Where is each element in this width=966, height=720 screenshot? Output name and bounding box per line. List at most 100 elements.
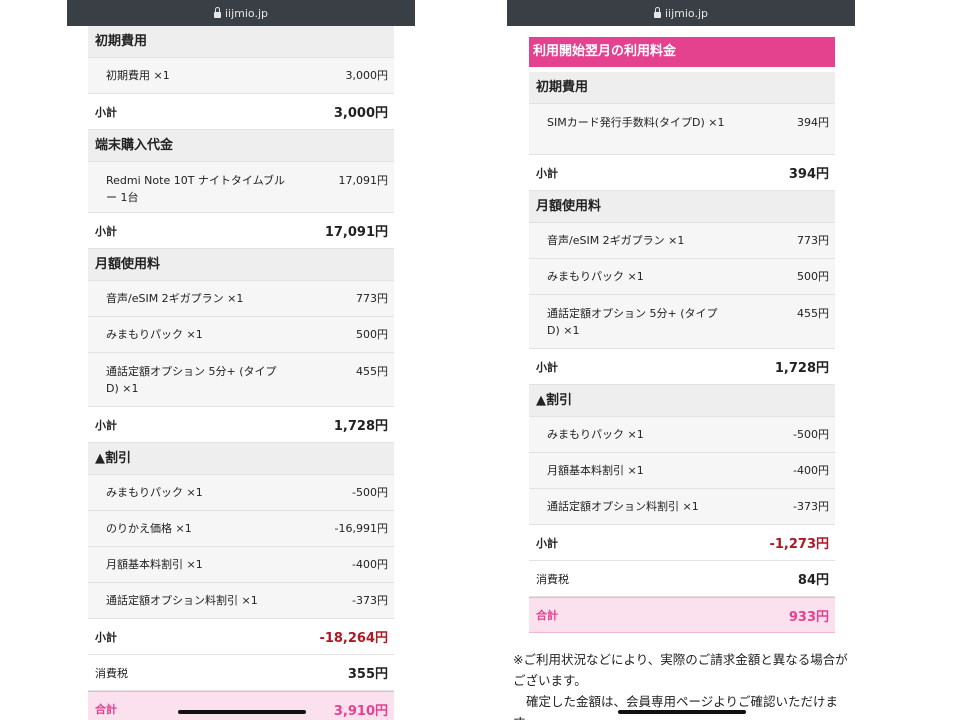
url-bar[interactable]: iijmio.jp bbox=[507, 0, 855, 26]
subtotal-value: 394円 bbox=[788, 167, 829, 182]
total-label: 合計 bbox=[536, 609, 558, 622]
subtotal-row: 小計 394円 bbox=[529, 155, 835, 191]
fee-breakdown: 初期費用 初期費用 ×1 3,000円 小計 3,000円 端末購入代金 Red… bbox=[88, 26, 394, 720]
item-label: 通話定額オプション料割引 ×1 bbox=[106, 594, 258, 607]
item-label: 月額基本料割引 ×1 bbox=[547, 464, 644, 477]
item-label: 通話定額オプション 5分+ (タイプD) ×1 bbox=[547, 307, 718, 337]
item-value: 773円 bbox=[356, 292, 388, 305]
line-item: みまもりパック ×1 500円 bbox=[529, 259, 835, 295]
item-label: 音声/eSIM 2ギガプラン ×1 bbox=[547, 234, 685, 247]
total-row: 合計 3,910円 bbox=[88, 691, 394, 720]
item-value: 500円 bbox=[797, 270, 829, 283]
line-item: のりかえ価格 ×1 -16,991円 bbox=[88, 511, 394, 547]
line-item: 月額基本料割引 ×1 -400円 bbox=[529, 453, 835, 489]
subtotal-label: 小計 bbox=[95, 630, 117, 644]
total-row: 合計 933円 bbox=[529, 597, 835, 633]
total-value: 3,910円 bbox=[333, 703, 388, 719]
total-value: 933円 bbox=[788, 609, 829, 625]
item-label: のりかえ価格 ×1 bbox=[106, 522, 192, 535]
item-value: -373円 bbox=[352, 594, 388, 607]
fee-breakdown: 利用開始翌月の利用料金 初期費用 SIMカード発行手数料(タイプD) ×1 39… bbox=[529, 37, 835, 633]
line-item: 音声/eSIM 2ギガプラン ×1 773円 bbox=[529, 223, 835, 259]
subtotal-row: 小計 1,728円 bbox=[529, 349, 835, 385]
subtotal-label: 小計 bbox=[95, 105, 117, 119]
item-value: 455円 bbox=[797, 307, 829, 320]
subtotal-label: 小計 bbox=[536, 166, 558, 180]
section-header-initial-fee: 初期費用 bbox=[88, 26, 394, 58]
subtotal-value: -1,273円 bbox=[769, 537, 829, 552]
subtotal-value: 1,728円 bbox=[774, 361, 829, 376]
url-text: iijmio.jp bbox=[224, 6, 268, 20]
note-text: 確定した金額は、会員専用ページよりご確認いただけます。 bbox=[513, 694, 839, 720]
url-text: iijmio.jp bbox=[664, 6, 708, 20]
item-value: 3,000円 bbox=[345, 69, 389, 82]
section-header-discount: ▲割引 bbox=[88, 443, 394, 475]
total-label: 合計 bbox=[95, 703, 117, 716]
subtotal-label: 小計 bbox=[536, 536, 558, 550]
item-value: -500円 bbox=[352, 486, 388, 499]
item-label: みまもりパック ×1 bbox=[106, 328, 203, 341]
subtotal-row: 小計 -1,273円 bbox=[529, 525, 835, 561]
tax-row: 消費税 355円 bbox=[88, 655, 394, 691]
tax-label: 消費税 bbox=[95, 666, 128, 680]
section-header-monthly-fee: 月額使用料 bbox=[88, 249, 394, 281]
item-label: 通話定額オプション料割引 ×1 bbox=[547, 500, 699, 513]
subtotal-label: 小計 bbox=[95, 224, 117, 238]
line-item: 通話定額オプション料割引 ×1 -373円 bbox=[88, 583, 394, 619]
line-item: みまもりパック ×1 -500円 bbox=[88, 475, 394, 511]
item-value: -400円 bbox=[352, 558, 388, 571]
item-value: 500円 bbox=[356, 328, 388, 341]
item-value: 394円 bbox=[797, 116, 829, 129]
url-bar[interactable]: iijmio.jp bbox=[67, 0, 415, 26]
section-header-initial-fee: 初期費用 bbox=[529, 72, 835, 104]
subtotal-row: 小計 17,091円 bbox=[88, 213, 394, 249]
next-month-fee-banner: 利用開始翌月の利用料金 bbox=[529, 37, 835, 67]
item-label: 通話定額オプション 5分+ (タイプD) ×1 bbox=[106, 365, 277, 395]
line-item: みまもりパック ×1 -500円 bbox=[529, 417, 835, 453]
lock-icon bbox=[213, 6, 221, 18]
line-item: SIMカード発行手数料(タイプD) ×1 394円 bbox=[529, 104, 835, 155]
line-item: 初期費用 ×1 3,000円 bbox=[88, 58, 394, 94]
line-item: Redmi Note 10T ナイトタイムブルー 1台 17,091円 bbox=[88, 162, 394, 213]
item-value: 455円 bbox=[356, 365, 388, 378]
tax-label: 消費税 bbox=[536, 572, 569, 586]
section-header-device-purchase: 端末購入代金 bbox=[88, 130, 394, 162]
section-header-discount: ▲割引 bbox=[529, 385, 835, 417]
tax-value: 84円 bbox=[797, 573, 829, 588]
line-item: 音声/eSIM 2ギガプラン ×1 773円 bbox=[88, 281, 394, 317]
item-value: -16,991円 bbox=[334, 522, 388, 535]
line-item: みまもりパック ×1 500円 bbox=[88, 317, 394, 353]
line-item: 通話定額オプション料割引 ×1 -373円 bbox=[529, 489, 835, 525]
subtotal-value: 3,000円 bbox=[333, 106, 388, 121]
item-label: 月額基本料割引 ×1 bbox=[106, 558, 203, 571]
subtotal-label: 小計 bbox=[536, 360, 558, 374]
lock-icon bbox=[653, 6, 661, 18]
subtotal-value: 1,728円 bbox=[333, 419, 388, 434]
item-label: 音声/eSIM 2ギガプラン ×1 bbox=[106, 292, 244, 305]
subtotal-label: 小計 bbox=[95, 418, 117, 432]
item-label: 初期費用 ×1 bbox=[106, 69, 170, 82]
item-label: みまもりパック ×1 bbox=[547, 270, 644, 283]
left-phone-screen: iijmio.jp 初期費用 初期費用 ×1 3,000円 小計 3,000円 … bbox=[67, 0, 415, 720]
item-label: みまもりパック ×1 bbox=[106, 486, 203, 499]
home-indicator[interactable] bbox=[618, 710, 746, 714]
subtotal-row: 小計 3,000円 bbox=[88, 94, 394, 130]
tax-value: 355円 bbox=[347, 667, 388, 682]
subtotal-row: 小計 1,728円 bbox=[88, 407, 394, 443]
section-header-monthly-fee: 月額使用料 bbox=[529, 191, 835, 223]
tax-row: 消費税 84円 bbox=[529, 561, 835, 597]
note-text: ※ご利用状況などにより、実際のご請求金額と異なる場合がございます。 bbox=[513, 652, 848, 688]
item-value: 773円 bbox=[797, 234, 829, 247]
line-item: 通話定額オプション 5分+ (タイプD) ×1 455円 bbox=[88, 353, 394, 407]
right-phone-screen: iijmio.jp 利用開始翌月の利用料金 初期費用 SIMカード発行手数料(タ… bbox=[507, 0, 855, 720]
item-value: 17,091円 bbox=[338, 174, 389, 187]
subtotal-value: -18,264円 bbox=[319, 631, 388, 646]
item-label: SIMカード発行手数料(タイプD) ×1 bbox=[547, 116, 725, 129]
item-value: -400円 bbox=[793, 464, 829, 477]
home-indicator[interactable] bbox=[178, 710, 306, 714]
line-item: 月額基本料割引 ×1 -400円 bbox=[88, 547, 394, 583]
item-value: -500円 bbox=[793, 428, 829, 441]
item-label: Redmi Note 10T ナイトタイムブルー 1台 bbox=[106, 174, 286, 204]
subtotal-row: 小計 -18,264円 bbox=[88, 619, 394, 655]
line-item: 通話定額オプション 5分+ (タイプD) ×1 455円 bbox=[529, 295, 835, 349]
